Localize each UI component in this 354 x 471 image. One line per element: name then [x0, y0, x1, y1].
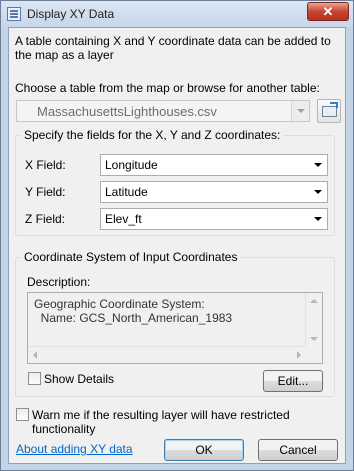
scroll-right-icon[interactable] — [297, 351, 301, 359]
ok-button[interactable]: OK — [164, 439, 244, 461]
y-field-label: Y Field: — [25, 185, 66, 199]
description-text: Geographic Coordinate System: Name: GCS_… — [34, 297, 233, 325]
cancel-button[interactable]: Cancel — [258, 439, 338, 461]
table-value: MassachusettsLighthouses.csv — [37, 104, 217, 119]
warn-label[interactable]: Warn me if the resulting layer will have… — [32, 408, 345, 436]
scroll-left-icon[interactable] — [33, 351, 37, 359]
scroll-down-icon[interactable] — [310, 337, 318, 341]
y-field-value: Latitude — [105, 185, 148, 199]
description-box[interactable]: Geographic Coordinate System: Name: GCS_… — [27, 292, 323, 364]
z-field-value: Elev_ft — [105, 212, 142, 226]
browse-button[interactable] — [317, 99, 341, 123]
folder-open-icon — [322, 102, 338, 117]
scroll-corner — [305, 346, 322, 363]
fields-group-title: Specify the fields for the X, Y and Z co… — [21, 128, 284, 142]
scroll-up-icon[interactable] — [310, 299, 318, 303]
show-details-label[interactable]: Show Details — [44, 372, 114, 386]
table-icon — [7, 7, 21, 21]
table-combobox[interactable]: MassachusettsLighthouses.csv — [16, 100, 310, 122]
horizontal-scrollbar[interactable] — [28, 346, 306, 363]
warn-checkbox[interactable] — [16, 408, 29, 421]
y-field-select[interactable]: Latitude — [100, 181, 328, 203]
chevron-down-icon[interactable] — [309, 182, 327, 202]
close-button[interactable]: ✕ — [307, 2, 349, 21]
show-details-checkbox[interactable] — [28, 372, 41, 385]
intro-text: A table containing X and Y coordinate da… — [15, 34, 331, 62]
chevron-down-icon[interactable] — [309, 209, 327, 229]
description-label: Description: — [27, 275, 91, 289]
display-xy-data-dialog: Display XY Data ✕ A table containing X a… — [0, 0, 354, 471]
edit-button[interactable]: Edit... — [263, 370, 323, 392]
x-field-label: X Field: — [25, 158, 66, 172]
about-xy-data-link[interactable]: About adding XY data — [16, 442, 133, 456]
vertical-scrollbar[interactable] — [305, 293, 322, 347]
table-label: Choose a table from the map or browse fo… — [15, 81, 320, 95]
title-bar[interactable]: Display XY Data ✕ — [1, 1, 353, 27]
chevron-down-icon[interactable] — [291, 101, 309, 121]
x-field-select[interactable]: Longitude — [100, 154, 328, 176]
window-title: Display XY Data — [27, 7, 115, 21]
chevron-down-icon[interactable] — [309, 155, 327, 175]
x-field-value: Longitude — [105, 158, 158, 172]
dialog-body: A table containing X and Y coordinate da… — [8, 27, 346, 464]
z-field-select[interactable]: Elev_ft — [100, 208, 328, 230]
coordinate-system-title: Coordinate System of Input Coordinates — [21, 250, 241, 264]
z-field-label: Z Field: — [25, 212, 66, 226]
